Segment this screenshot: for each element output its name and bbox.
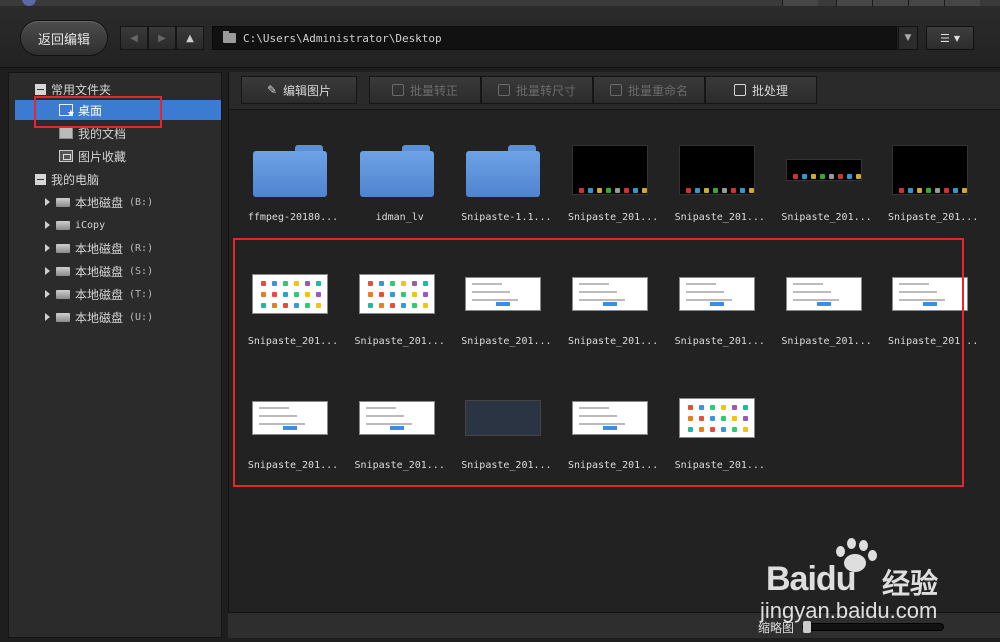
drive-name: 本地磁盘 bbox=[75, 264, 124, 279]
up-arrow-icon[interactable]: ▲ bbox=[176, 26, 204, 50]
edit-image-button[interactable]: ✎ 编辑图片 bbox=[241, 76, 357, 104]
back-to-edit-button[interactable]: 返回编辑 bbox=[20, 20, 108, 56]
path-text: C:\Users\Administrator\Desktop bbox=[243, 31, 442, 45]
baidu-watermark: Baidu 经验 jingyan.baidu.com bbox=[760, 532, 960, 623]
resize-icon bbox=[497, 84, 510, 96]
drive-name: 本地磁盘 bbox=[75, 310, 124, 325]
file-name: ffmpeg-20180... bbox=[247, 212, 339, 223]
button-label: 批处理 bbox=[751, 83, 788, 98]
list-view-icon: ☰ bbox=[939, 31, 950, 45]
batch-rename-button[interactable]: 批量重命名 bbox=[593, 76, 705, 104]
back-arrow-icon[interactable]: ◀ bbox=[120, 26, 148, 50]
collapse-icon[interactable] bbox=[35, 83, 46, 95]
sidebar-item-drive[interactable]: 本地磁盘 (B:) bbox=[45, 192, 153, 212]
drive-name: 本地磁盘 bbox=[75, 195, 124, 210]
batch-process-button[interactable]: 批处理 bbox=[705, 76, 817, 104]
image-item[interactable]: Snipaste_201... bbox=[668, 110, 766, 223]
disk-icon bbox=[56, 289, 70, 299]
image-thumbnail bbox=[678, 140, 756, 200]
disk-icon bbox=[56, 312, 70, 322]
watermark-brand: Baidu bbox=[766, 560, 856, 598]
expand-arrow-icon[interactable] bbox=[45, 244, 50, 252]
folder-icon bbox=[223, 31, 236, 43]
sidebar-item-label: 图片收藏 bbox=[78, 149, 127, 164]
file-name: Snipaste_201... bbox=[888, 212, 979, 223]
disk-icon bbox=[56, 266, 70, 276]
image-item[interactable]: Snipaste_201... bbox=[881, 110, 979, 223]
rename-icon bbox=[609, 84, 622, 96]
folder-icon bbox=[464, 140, 542, 200]
expand-arrow-icon[interactable] bbox=[45, 290, 50, 298]
image-thumbnail bbox=[571, 140, 649, 200]
image-toolbar: ✎ 编辑图片 批量转正 批量转尺寸 批量重命名 批处理 bbox=[229, 72, 1000, 110]
top-bar: 返回编辑 ◀ ▶ ▲ C:\Users\Administrator\Deskto… bbox=[0, 6, 1000, 68]
folder-item[interactable]: Snipaste-1.1... bbox=[454, 110, 552, 223]
file-name: Snipaste_201... bbox=[567, 212, 659, 223]
path-bar[interactable]: C:\Users\Administrator\Desktop bbox=[212, 26, 897, 50]
expand-arrow-icon[interactable] bbox=[45, 267, 50, 275]
watermark-brand-cn: 经验 bbox=[882, 567, 939, 600]
button-label: 批量转尺寸 bbox=[515, 83, 576, 98]
file-name: Snipaste-1.1... bbox=[461, 212, 552, 223]
folder-icon bbox=[358, 140, 436, 200]
drive-name: 本地磁盘 bbox=[75, 287, 124, 302]
image-item[interactable]: Snipaste_201... bbox=[561, 110, 659, 223]
button-label: 批量转正 bbox=[409, 83, 458, 98]
file-name: idman_lv bbox=[375, 212, 424, 223]
folder-tree-sidebar: 常用文件夹 桌面 我的文档 图片收藏 我的电脑 本地磁盘 (B:) iCopy … bbox=[8, 72, 222, 638]
sidebar-item-drive[interactable]: 本地磁盘 (U:) bbox=[45, 307, 153, 327]
tree-group-computer[interactable]: 我的电脑 bbox=[35, 169, 99, 189]
image-thumbnail bbox=[785, 140, 863, 200]
drive-letter: (U:) bbox=[129, 311, 154, 323]
image-thumbnail bbox=[891, 140, 969, 200]
highlight-frame-images bbox=[233, 238, 964, 487]
picture-icon bbox=[59, 150, 73, 162]
batch-resize-button[interactable]: 批量转尺寸 bbox=[481, 76, 593, 104]
thumbnail-size-slider[interactable] bbox=[802, 621, 944, 633]
button-label: 编辑图片 bbox=[283, 83, 332, 98]
folder-icon bbox=[251, 140, 329, 200]
folder-item[interactable]: idman_lv bbox=[348, 110, 446, 223]
collapse-icon[interactable] bbox=[35, 173, 46, 185]
sidebar-item-drive[interactable]: 本地磁盘 (R:) bbox=[45, 238, 153, 258]
batch-icon bbox=[733, 84, 746, 96]
drive-letter: (B:) bbox=[129, 196, 154, 208]
drive-letter: (T:) bbox=[129, 288, 154, 300]
drive-letter: (S:) bbox=[129, 265, 154, 277]
disk-icon bbox=[56, 243, 70, 253]
file-name: Snipaste_201... bbox=[674, 212, 765, 223]
disk-icon bbox=[56, 197, 70, 207]
navigation-buttons: ◀ ▶ ▲ bbox=[120, 26, 204, 50]
expand-arrow-icon[interactable] bbox=[45, 313, 50, 321]
expand-arrow-icon[interactable] bbox=[45, 221, 50, 229]
highlight-frame-desktop bbox=[34, 96, 162, 128]
image-item[interactable]: Snipaste_201... bbox=[775, 110, 873, 223]
tree-group-label: 我的电脑 bbox=[51, 172, 100, 187]
sidebar-item-pictures[interactable]: 图片收藏 bbox=[59, 146, 126, 166]
sidebar-item-drive[interactable]: iCopy bbox=[45, 215, 111, 235]
drive-letter: (R:) bbox=[129, 242, 154, 254]
expand-arrow-icon[interactable] bbox=[45, 198, 50, 206]
rotate-icon bbox=[391, 84, 404, 96]
drive-name: 本地磁盘 bbox=[75, 241, 124, 256]
tree-group-label: 常用文件夹 bbox=[51, 82, 112, 97]
watermark-url: jingyan.baidu.com bbox=[760, 598, 938, 623]
button-label: 批量重命名 bbox=[627, 83, 688, 98]
folder-item[interactable]: ffmpeg-20180... bbox=[241, 110, 339, 223]
disk-icon bbox=[56, 220, 70, 230]
pencil-icon: ✎ bbox=[266, 83, 278, 97]
document-icon bbox=[59, 127, 73, 139]
chevron-down-icon: ▼ bbox=[953, 33, 961, 43]
drive-name: iCopy bbox=[75, 219, 106, 231]
sidebar-item-drive[interactable]: 本地磁盘 (T:) bbox=[45, 284, 153, 304]
file-name: Snipaste_201... bbox=[781, 212, 872, 223]
view-mode-button[interactable]: ☰ ▼ bbox=[926, 26, 974, 50]
chevron-down-icon[interactable]: ▼ bbox=[898, 26, 918, 50]
batch-rotate-button[interactable]: 批量转正 bbox=[369, 76, 481, 104]
sidebar-item-drive[interactable]: 本地磁盘 (S:) bbox=[45, 261, 153, 281]
forward-arrow-icon[interactable]: ▶ bbox=[148, 26, 176, 50]
